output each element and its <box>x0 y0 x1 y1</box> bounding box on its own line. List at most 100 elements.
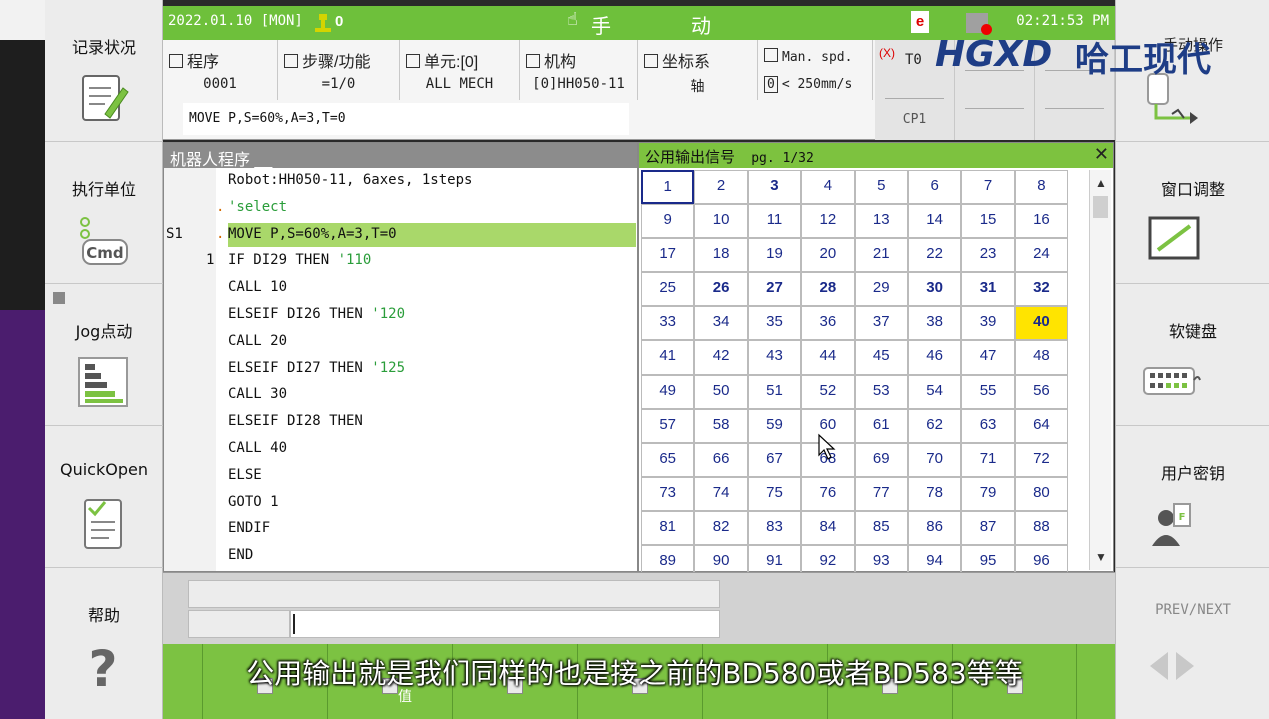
signal-cell[interactable]: 78 <box>907 476 962 511</box>
signal-cell[interactable]: 23 <box>961 238 1015 273</box>
signal-cell[interactable]: 31 <box>961 272 1015 307</box>
signal-cell[interactable]: 47 <box>961 340 1015 375</box>
code-line[interactable]: ENDIF <box>164 516 638 542</box>
signal-cell[interactable]: 13 <box>854 204 908 239</box>
signal-cell[interactable]: 8 <box>1014 170 1069 205</box>
signal-cell[interactable]: 43 <box>747 340 802 375</box>
signal-cell[interactable]: 63 <box>961 408 1015 443</box>
code-line[interactable]: CALL 30 <box>164 382 638 408</box>
signal-cell[interactable]: 67 <box>747 442 802 477</box>
signal-cell[interactable]: 19 <box>747 238 802 273</box>
signal-cell[interactable]: 41 <box>641 340 695 375</box>
sidebar-item-window-adjust[interactable]: 窗口调整 <box>1116 142 1269 284</box>
signal-cell[interactable]: 2 <box>694 170 748 205</box>
signal-cell[interactable]: 50 <box>694 374 748 409</box>
signal-cell[interactable]: 34 <box>694 306 748 341</box>
signal-cell[interactable]: 4 <box>801 170 855 205</box>
signal-cell[interactable]: 33 <box>641 306 695 341</box>
signal-cell[interactable]: 88 <box>1014 510 1069 546</box>
signal-cell[interactable]: 51 <box>747 374 802 409</box>
signal-cell[interactable]: 53 <box>854 374 908 409</box>
code-line[interactable]: Robot:HH050-11, 6axes, 1steps <box>164 168 638 194</box>
signal-cell[interactable]: 86 <box>907 510 962 546</box>
code-line[interactable]: END <box>164 543 638 569</box>
signal-cell[interactable]: 17 <box>641 238 695 273</box>
signal-cell[interactable]: 20 <box>801 238 855 273</box>
signal-cell[interactable]: 12 <box>801 204 855 239</box>
signal-cell[interactable]: 40 <box>1014 306 1069 341</box>
signal-cell[interactable]: 37 <box>854 306 908 341</box>
sidebar-item-jog[interactable]: Jog点动 <box>45 284 163 426</box>
signal-cell[interactable]: 55 <box>961 374 1015 409</box>
signal-cell[interactable]: 5 <box>854 170 908 205</box>
signal-cell[interactable]: 14 <box>907 204 962 239</box>
signal-cell[interactable]: 16 <box>1014 204 1069 239</box>
signal-cell[interactable]: 48 <box>1014 340 1069 375</box>
signal-cell[interactable]: 84 <box>801 510 855 546</box>
signal-cell[interactable]: 15 <box>961 204 1015 239</box>
signal-cell[interactable]: 42 <box>694 340 748 375</box>
signal-cell[interactable]: 52 <box>801 374 855 409</box>
signal-cell[interactable]: 79 <box>961 476 1015 511</box>
code-line[interactable]: CALL 10 <box>164 275 638 301</box>
code-line[interactable]: S1. MOVE P,S=60%,A=3,T=0 <box>164 222 638 248</box>
code-line[interactable]: ELSEIF DI28 THEN <box>164 409 638 435</box>
signal-cell[interactable]: 49 <box>641 374 695 409</box>
signal-cell[interactable]: 21 <box>854 238 908 273</box>
signal-cell[interactable]: 85 <box>854 510 908 546</box>
signal-cell[interactable]: 65 <box>641 442 695 477</box>
signal-cell[interactable]: 27 <box>747 272 802 307</box>
signal-cell[interactable]: 61 <box>854 408 908 443</box>
signal-cell[interactable]: 74 <box>694 476 748 511</box>
signal-cell[interactable]: 9 <box>641 204 695 239</box>
signal-cell[interactable]: 18 <box>694 238 748 273</box>
signal-cell[interactable]: 30 <box>907 272 962 307</box>
signal-cell[interactable]: 76 <box>801 476 855 511</box>
signal-cell[interactable]: 36 <box>801 306 855 341</box>
code-line[interactable]: CALL 40 <box>164 436 638 462</box>
signal-cell[interactable]: 44 <box>801 340 855 375</box>
signal-cell[interactable]: 62 <box>907 408 962 443</box>
signal-cell[interactable]: 28 <box>801 272 855 307</box>
signal-cell[interactable]: 45 <box>854 340 908 375</box>
signal-cell[interactable]: 7 <box>961 170 1015 205</box>
signal-cell[interactable]: 66 <box>694 442 748 477</box>
unit-cell[interactable]: 单元:[0] ALL MECH <box>400 40 520 100</box>
signal-cell[interactable]: 54 <box>907 374 962 409</box>
code-line[interactable]: ELSE <box>164 463 638 489</box>
sidebar-item-prev-next[interactable]: PREV/NEXT <box>1116 568 1269 719</box>
signal-scrollbar[interactable]: ▲ ▼ <box>1089 170 1111 570</box>
signal-cell[interactable]: 87 <box>961 510 1015 546</box>
signal-cell[interactable]: 57 <box>641 408 695 443</box>
sidebar-item-soft-keyboard[interactable]: 软键盘 <box>1116 284 1269 426</box>
signal-cell[interactable]: 59 <box>747 408 802 443</box>
code-line[interactable]: GOTO 1 <box>164 490 638 516</box>
signal-cell[interactable]: 35 <box>747 306 802 341</box>
scroll-down-icon[interactable]: ▼ <box>1095 550 1107 564</box>
scroll-up-icon[interactable]: ▲ <box>1095 176 1107 190</box>
sidebar-item-record-status[interactable]: 记录状况 <box>45 0 163 142</box>
signal-cell[interactable]: 56 <box>1014 374 1069 409</box>
signal-cell[interactable]: 81 <box>641 510 695 546</box>
signal-cell[interactable]: 6 <box>907 170 962 205</box>
step-cell[interactable]: 步骤/功能 =1/0 <box>278 40 400 100</box>
code-line[interactable]: .'select <box>164 195 638 221</box>
signal-cell[interactable]: 80 <box>1014 476 1069 511</box>
signal-cell[interactable]: 70 <box>907 442 962 477</box>
signal-cell[interactable]: 3 <box>747 170 802 205</box>
signal-cell[interactable]: 75 <box>747 476 802 511</box>
signal-cell[interactable]: 64 <box>1014 408 1069 443</box>
code-line[interactable]: ELSEIF DI27 THEN '125 <box>164 356 638 382</box>
signal-cell[interactable]: 73 <box>641 476 695 511</box>
signal-cell[interactable]: 77 <box>854 476 908 511</box>
code-line[interactable]: ELSEIF DI26 THEN '120 <box>164 302 638 328</box>
signal-cell[interactable]: 69 <box>854 442 908 477</box>
speed-cell[interactable]: Man. spd. 0 < 250mm/s <box>758 40 873 100</box>
command-input-field[interactable] <box>290 610 720 638</box>
scroll-thumb[interactable] <box>1093 196 1108 218</box>
sidebar-item-execution-unit[interactable]: 执行单位 Cmd <box>45 142 163 284</box>
signal-cell[interactable]: 72 <box>1014 442 1069 477</box>
signal-cell[interactable]: 32 <box>1014 272 1069 307</box>
mechanism-cell[interactable]: 机构 [0]HH050-11 <box>520 40 638 100</box>
signal-cell[interactable]: 22 <box>907 238 962 273</box>
